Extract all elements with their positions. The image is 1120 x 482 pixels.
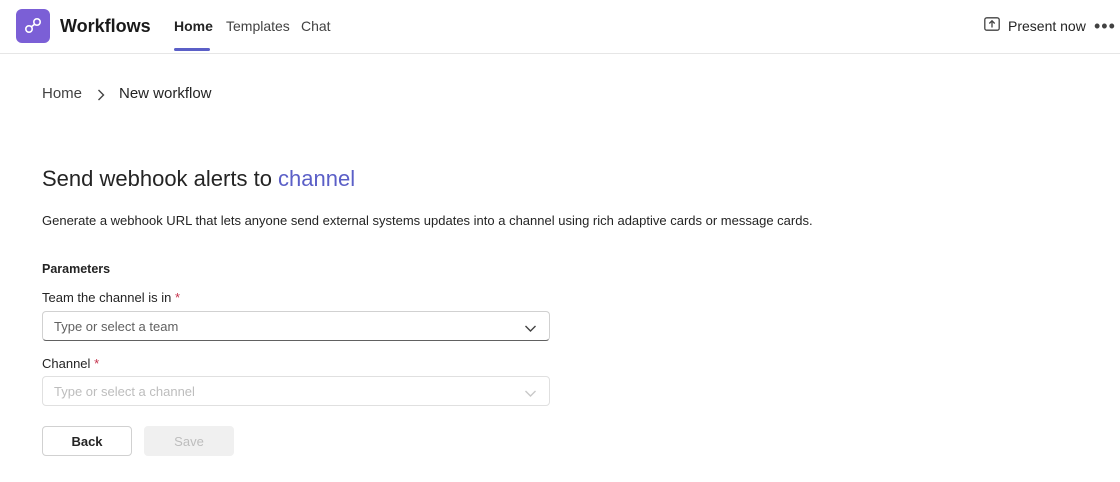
back-button[interactable]: Back — [42, 426, 132, 456]
channel-field-label: Channel * — [42, 356, 99, 371]
team-field-label-text: Team the channel is in — [42, 290, 172, 305]
chevron-right-icon — [96, 88, 106, 107]
channel-field-label-text: Channel — [42, 356, 91, 371]
team-select-placeholder: Type or select a team — [54, 318, 179, 334]
tab-home[interactable]: Home — [174, 18, 213, 34]
save-button[interactable]: Save — [144, 426, 234, 456]
present-now-button[interactable]: Present now — [984, 17, 1086, 34]
app-title: Workflows — [60, 16, 151, 36]
top-bar: Workflows Home Templates Chat Present no… — [0, 0, 1120, 54]
required-marker: * — [174, 290, 181, 305]
parameters-heading: Parameters — [42, 262, 111, 276]
page-title: Send webhook alerts to channel — [42, 166, 355, 192]
breadcrumb-current: New workflow — [119, 85, 212, 102]
present-now-label: Present now — [1008, 17, 1086, 34]
channel-select-placeholder: Type or select a channel — [54, 383, 195, 399]
workflows-icon[interactable] — [16, 9, 50, 43]
tab-templates[interactable]: Templates — [226, 18, 290, 34]
required-marker: * — [94, 356, 100, 371]
more-options-icon[interactable]: ••• — [1094, 16, 1116, 37]
chevron-down-icon[interactable] — [524, 386, 537, 401]
chevron-down-icon[interactable] — [524, 321, 537, 336]
channel-select[interactable]: Type or select a channel — [42, 376, 550, 406]
active-tab-indicator — [174, 48, 210, 51]
page-description: Generate a webhook URL that lets anyone … — [42, 213, 813, 228]
present-icon — [984, 17, 1000, 34]
breadcrumb-home[interactable]: Home — [42, 85, 82, 102]
team-field-label: Team the channel is in * — [42, 290, 180, 305]
tab-chat[interactable]: Chat — [301, 18, 331, 34]
page-title-prefix: Send webhook alerts to — [42, 166, 279, 191]
page-title-accent: channel — [278, 166, 356, 191]
team-select[interactable]: Type or select a team — [42, 311, 550, 341]
